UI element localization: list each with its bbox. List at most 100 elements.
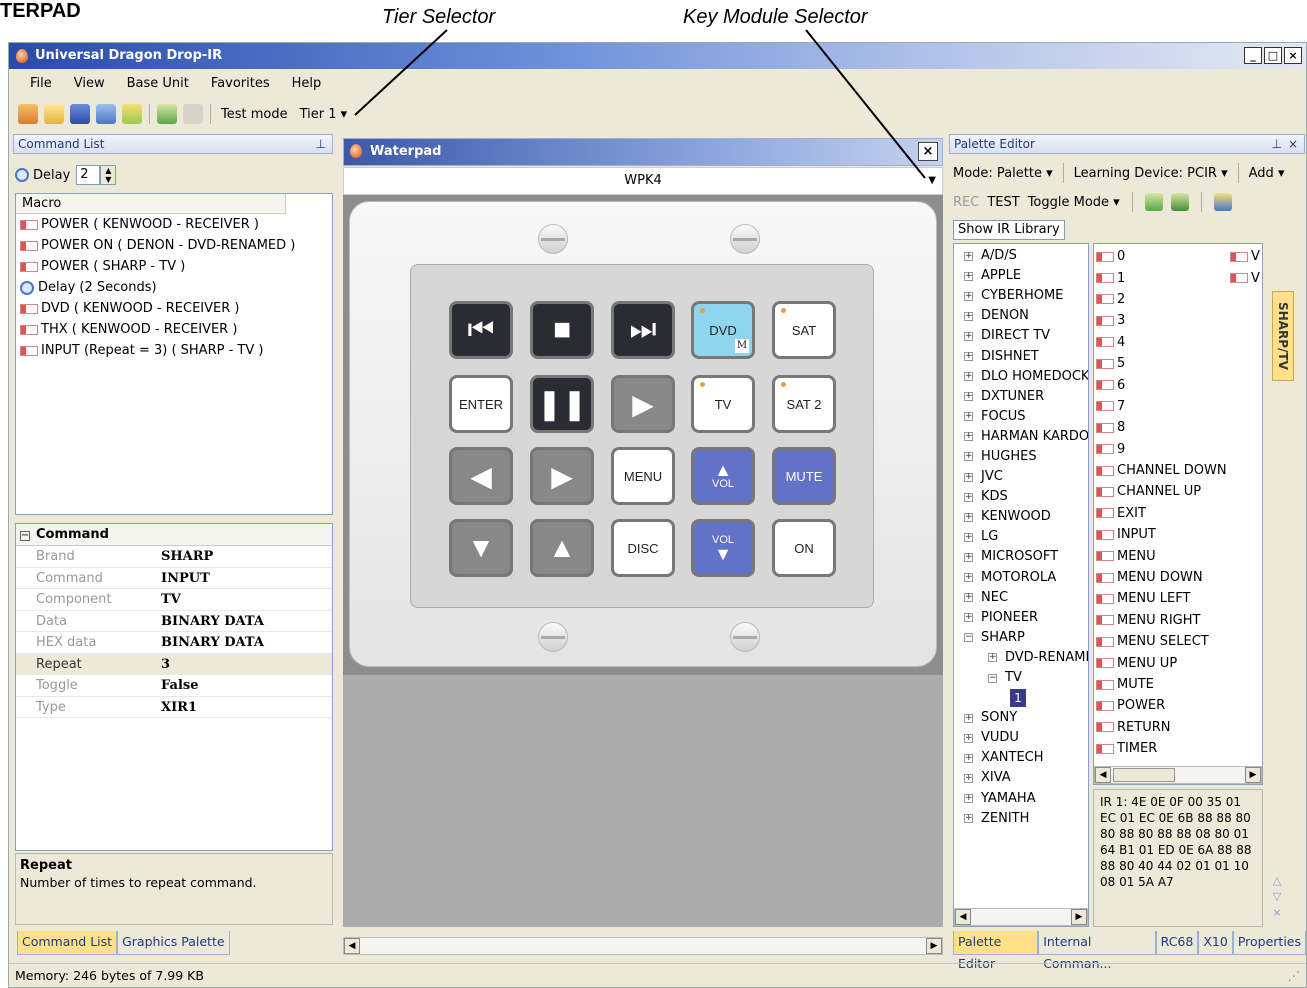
tree-item-brand[interactable]: + HARMAN KARDON (964, 427, 1088, 447)
export-icon[interactable] (96, 104, 116, 124)
tab-properties[interactable]: Properties (1232, 931, 1306, 955)
on-button[interactable]: ON (772, 519, 836, 577)
show-ir-library-button[interactable]: Show IR Library (953, 220, 1065, 240)
command-horizontal-scrollbar[interactable]: ◀ ▶ (1094, 766, 1262, 784)
ir-command-item[interactable]: 3 (1096, 310, 1262, 331)
waterpad-close-icon[interactable]: × (918, 142, 938, 161)
tree-item-brand[interactable]: + DENON (964, 306, 1088, 326)
tree-item-component[interactable]: + DVD-RENAMED (964, 648, 1088, 668)
test-mode-button[interactable]: Test mode (221, 107, 288, 122)
tree-item-brand[interactable]: + VUDU (964, 728, 1088, 748)
right-button[interactable]: ▶ (530, 447, 594, 505)
expand-icon[interactable]: + (964, 552, 973, 562)
delay-spinner[interactable]: ▲ ▼ (100, 165, 117, 185)
play-button[interactable]: ▶ (611, 375, 675, 433)
tab-graphics-palette[interactable]: Graphics Palette (117, 931, 230, 955)
tree-item-brand[interactable]: + HUGHES (964, 447, 1088, 467)
mute-button[interactable]: MUTE (772, 447, 836, 505)
tree-item-brand[interactable]: + DIRECT TV (964, 326, 1088, 346)
scroll-left-icon[interactable]: ◀ (344, 938, 360, 954)
ir-command-item[interactable]: RETURN (1096, 717, 1262, 738)
sharp-tv-side-tab[interactable]: SHARP/TV (1272, 291, 1294, 381)
sat-button[interactable]: SAT (772, 301, 836, 359)
expand-icon[interactable]: + (964, 532, 973, 542)
property-row[interactable]: Component TV (16, 589, 332, 611)
property-row[interactable]: Data BINARY DATA (16, 611, 332, 632)
tree-horizontal-scrollbar[interactable]: ◀ ▶ (954, 908, 1088, 926)
delay-input[interactable]: 2 (76, 165, 101, 185)
ir-command-item[interactable]: 6 (1096, 374, 1262, 395)
tree-item-brand[interactable]: + MOTOROLA (964, 568, 1088, 588)
expand-icon[interactable]: + (964, 311, 973, 321)
minimize-button[interactable]: _ (1244, 47, 1262, 64)
ir-command-item[interactable]: 4 (1096, 332, 1262, 353)
expand-icon[interactable]: + (964, 352, 973, 362)
tree-item-brand[interactable]: + XIVA (964, 768, 1088, 788)
tree-item-brand[interactable]: + APPLE (964, 266, 1088, 286)
macro-row[interactable]: POWER ( KENWOOD - RECEIVER ) (16, 214, 332, 235)
expand-icon[interactable]: + (964, 472, 973, 482)
new-project-icon[interactable] (18, 104, 38, 124)
expand-icon[interactable]: + (964, 512, 973, 522)
scroll-thumb[interactable] (1113, 768, 1175, 782)
expand-icon[interactable]: + (964, 251, 973, 261)
key-module-selector[interactable]: WPK4 ▼ (343, 167, 943, 195)
menu-file[interactable]: File (19, 71, 63, 97)
skip-back-button[interactable]: ⏮ (449, 301, 513, 359)
enter-button[interactable]: ENTER (449, 375, 513, 433)
tree-item-brand[interactable]: + MICROSOFT (964, 547, 1088, 567)
learning-device-dropdown[interactable]: Learning Device: PCIR ▾ (1074, 166, 1228, 181)
tree-item-brand[interactable]: + PIONEER (964, 608, 1088, 628)
tree-item-brand[interactable]: + NEC (964, 588, 1088, 608)
tree-item-brand[interactable]: + DLO HOMEDOCK (964, 367, 1088, 387)
macro-row[interactable]: INPUT (Repeat = 3) ( SHARP - TV ) (16, 340, 332, 361)
expand-icon[interactable]: + (964, 271, 973, 281)
macro-row[interactable]: DVD ( KENWOOD - RECEIVER ) (16, 298, 332, 319)
property-row[interactable]: Brand SHARP (16, 546, 332, 568)
test-button[interactable]: TEST (987, 195, 1019, 210)
vol-up-button[interactable]: ▲ VOL (691, 447, 755, 505)
open-folder-icon[interactable] (44, 104, 64, 124)
tab-rc68[interactable]: RC68 (1155, 931, 1199, 955)
download-icon[interactable] (157, 104, 177, 124)
ir-command-item[interactable]: MENU LEFT (1096, 588, 1262, 609)
export-icon[interactable] (1170, 193, 1189, 211)
expand-icon[interactable]: + (964, 291, 973, 301)
title-bar[interactable]: Universal Dragon Drop-IR _ □ × (9, 43, 1306, 69)
tree-item-brand[interactable]: + DISHNET (964, 346, 1088, 366)
expand-icon[interactable]: + (964, 713, 973, 723)
close-button[interactable]: × (1284, 47, 1302, 64)
tree-item-brand[interactable]: + XANTECH (964, 748, 1088, 768)
expand-icon[interactable]: + (964, 452, 973, 462)
tree-item-brand[interactable]: + A/D/S (964, 246, 1088, 266)
expand-icon[interactable]: + (964, 814, 973, 824)
expand-icon[interactable]: + (964, 392, 973, 402)
expand-icon[interactable]: + (964, 733, 973, 743)
expand-icon[interactable]: + (964, 492, 973, 502)
list-item[interactable]: V (1230, 267, 1260, 288)
ir-command-item[interactable]: 5 (1096, 353, 1262, 374)
tv-button[interactable]: TV (691, 375, 755, 433)
menu-button[interactable]: MENU (611, 447, 675, 505)
expand-icon[interactable]: + (964, 773, 973, 783)
refresh-icon[interactable] (122, 104, 142, 124)
macro-row[interactable]: Delay (2 Seconds) (16, 277, 332, 298)
maximize-button[interactable]: □ (1264, 47, 1282, 64)
expand-icon[interactable]: + (964, 412, 973, 422)
tree-item-brand[interactable]: + YAMAHA (964, 789, 1088, 809)
mode-dropdown[interactable]: Mode: Palette ▾ (953, 166, 1053, 181)
scroll-nav-icons[interactable]: △ ▽ × (1267, 873, 1287, 921)
ir-command-item[interactable]: 2 (1096, 289, 1262, 310)
tree-item-component[interactable]: − TV (964, 668, 1088, 688)
expand-icon[interactable]: + (964, 593, 973, 603)
macro-row[interactable]: POWER ON ( DENON - DVD-RENAMED ) (16, 235, 332, 256)
collapse-icon[interactable]: − (20, 531, 30, 541)
disc-button[interactable]: DISC (611, 519, 675, 577)
pin-icon[interactable]: ⊥ (316, 135, 326, 153)
menu-view[interactable]: View (63, 71, 116, 97)
macro-row[interactable]: POWER ( SHARP - TV ) (16, 256, 332, 277)
expand-icon[interactable]: + (964, 753, 973, 763)
add-dropdown[interactable]: Add ▾ (1249, 166, 1285, 181)
expand-icon[interactable]: + (964, 372, 973, 382)
ir-command-item[interactable]: MENU SELECT (1096, 631, 1262, 652)
